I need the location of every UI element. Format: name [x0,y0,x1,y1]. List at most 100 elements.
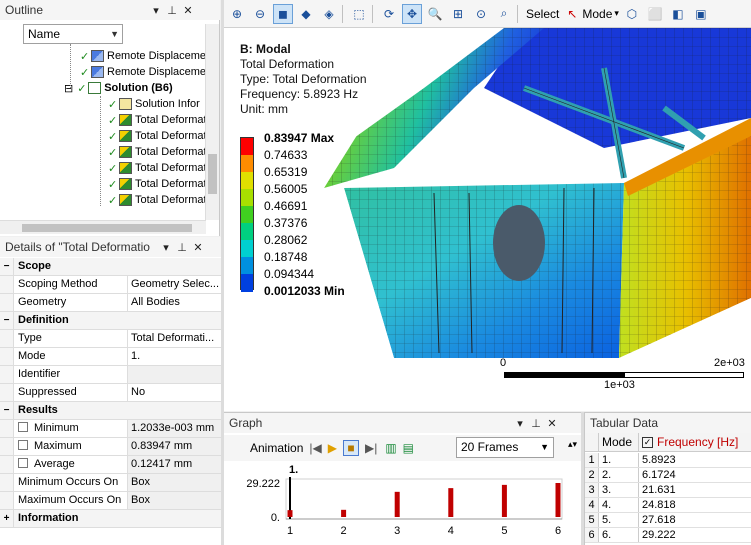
collapse-icon[interactable]: − [0,402,14,419]
details-row-value[interactable]: Box [128,474,221,491]
graphics-viewport[interactable]: B: Modal Total Deformation Type: Total De… [224,28,751,411]
shaded-cube-icon[interactable]: ◆ [296,4,316,24]
tree-item[interactable]: ✓ Total Deformat [108,160,207,176]
step-back-icon[interactable]: |◀ [309,441,321,455]
body-select-icon[interactable]: ▣ [691,4,711,24]
scroll-thumb[interactable] [22,224,192,232]
details-row-value[interactable]: Total Deformati... [128,330,221,347]
zoom-icon[interactable]: 🔍 [425,4,445,24]
details-row[interactable]: Type Total Deformati... [0,330,221,348]
details-row[interactable]: Maximum 0.83947 mm [0,438,221,456]
dropdown-icon[interactable]: ▾ [150,4,162,17]
bar[interactable] [287,510,293,517]
details-row[interactable]: Scoping Method Geometry Selec... [0,276,221,294]
cube-view-icon[interactable]: ◼ [273,3,293,24]
freq-checkbox[interactable]: ✓ [642,436,653,448]
details-row-value[interactable]: 0.12417 mm [128,456,221,473]
pin-icon[interactable]: ⊥ [176,241,188,254]
stop-icon[interactable]: ■ [342,440,359,456]
table-row[interactable]: 2 2. 6.1724 [585,468,751,483]
collapse-icon[interactable]: ⊟ [64,82,73,95]
more-icon[interactable]: ▴▾ [568,439,577,450]
details-group-header[interactable]: − Definition [0,312,221,330]
close-icon[interactable]: ✕ [546,417,558,430]
details-row-value[interactable]: 1.2033e-003 mm [128,420,221,437]
pin-icon[interactable]: ⊥ [166,4,178,17]
details-row-value[interactable]: All Bodies [128,294,221,311]
select-cursor-icon[interactable]: ↖ [562,4,582,24]
dropdown-icon[interactable]: ▾ [514,417,526,430]
details-group-header[interactable]: − Scope [0,258,221,276]
scroll-thumb[interactable] [208,154,217,194]
details-row-value[interactable]: 1. [128,348,221,365]
details-row[interactable]: Suppressed No [0,384,221,402]
details-row-value[interactable] [128,366,221,383]
pan-icon[interactable]: ✥ [402,3,422,24]
bar[interactable] [501,484,507,517]
edge-select-icon[interactable]: ⬜ [645,4,665,24]
outline-vertical-scrollbar[interactable] [205,24,219,220]
tree-item[interactable]: ✓ Remote Displaceme [80,48,206,64]
collapse-icon[interactable]: − [0,312,14,329]
details-group-header[interactable]: + Information [0,510,221,528]
bar[interactable] [555,483,561,517]
vertex-select-icon[interactable]: ⬡ [622,4,642,24]
outline-filter-select[interactable]: Name ▼ [23,24,123,44]
rotate-icon[interactable]: ⟳ [379,4,399,24]
wireframe-icon[interactable]: ◈ [319,4,339,24]
expand-icon[interactable]: + [0,510,14,527]
parameter-checkbox[interactable] [18,422,28,432]
frames-select[interactable]: 20 Frames ▼ [456,437,554,458]
bar[interactable] [448,488,454,517]
table-row[interactable]: 1 1. 5.8923 [585,453,751,468]
parameter-checkbox[interactable] [18,458,28,468]
details-row[interactable]: Maximum Occurs On Box [0,492,221,510]
details-row[interactable]: Identifier [0,366,221,384]
zoom-in-icon[interactable]: ⊕ [227,4,247,24]
bar[interactable] [341,509,347,517]
details-row-value[interactable]: No [128,384,221,401]
box-zoom-icon[interactable]: ⊞ [448,4,468,24]
tree-item[interactable]: ⊟ ✓ Solution (B6) [64,80,173,96]
details-row[interactable]: Minimum 1.2033e-003 mm [0,420,221,438]
table-row[interactable]: 5 5. 27.618 [585,513,751,528]
details-group-header[interactable]: − Results [0,402,221,420]
select-button[interactable]: Select [526,7,559,21]
dropdown-icon[interactable]: ▾ [160,241,172,254]
tree-item[interactable]: ✓ Total Deformat [108,176,207,192]
details-row[interactable]: Minimum Occurs On Box [0,474,221,492]
fit-icon[interactable]: ⬚ [349,4,369,24]
zoom-fit-icon[interactable]: ⊙ [471,4,491,24]
table-row[interactable]: 6 6. 29.222 [585,528,751,543]
result-frames-icon[interactable]: ▤ [403,441,414,455]
details-row-value[interactable]: Box [128,492,221,509]
zoom-out-icon[interactable]: ⊖ [250,4,270,24]
outline-horizontal-scrollbar[interactable] [0,220,206,234]
tree-item[interactable]: ✓ Total Deformat [108,112,207,128]
table-row[interactable]: 3 3. 21.631 [585,483,751,498]
details-row[interactable]: Mode 1. [0,348,221,366]
tree-item[interactable]: ✓ Total Deformat [108,128,207,144]
pin-icon[interactable]: ⊥ [530,417,542,430]
close-icon[interactable]: ✕ [182,4,194,17]
tree-item[interactable]: ✓ Total Deformat [108,144,207,160]
tree-item[interactable]: ✓ Solution Infor [108,96,200,112]
tree-item[interactable]: ✓ Remote Displaceme [80,64,206,80]
mode-button[interactable]: Mode [582,7,612,21]
collapse-icon[interactable]: − [0,258,14,275]
parameter-checkbox[interactable] [18,440,28,450]
details-row-value[interactable]: Geometry Selec... [128,276,221,293]
magnifier-icon[interactable]: ⌕ [494,4,514,24]
face-select-icon[interactable]: ◧ [668,4,688,24]
step-forward-icon[interactable]: ▶| [365,441,377,455]
bar[interactable] [394,491,400,517]
tree-item[interactable]: ✓ Total Deformat [108,192,207,208]
details-row-value[interactable]: 0.83947 mm [128,438,221,455]
details-row[interactable]: Average 0.12417 mm [0,456,221,474]
table-row[interactable]: 4 4. 24.818 [585,498,751,513]
chevron-down-icon[interactable]: ▾ [614,8,619,19]
details-row[interactable]: Geometry All Bodies [0,294,221,312]
close-icon[interactable]: ✕ [192,241,204,254]
play-icon[interactable]: ▶ [328,441,337,455]
distributed-frames-icon[interactable]: ▥ [385,441,396,455]
